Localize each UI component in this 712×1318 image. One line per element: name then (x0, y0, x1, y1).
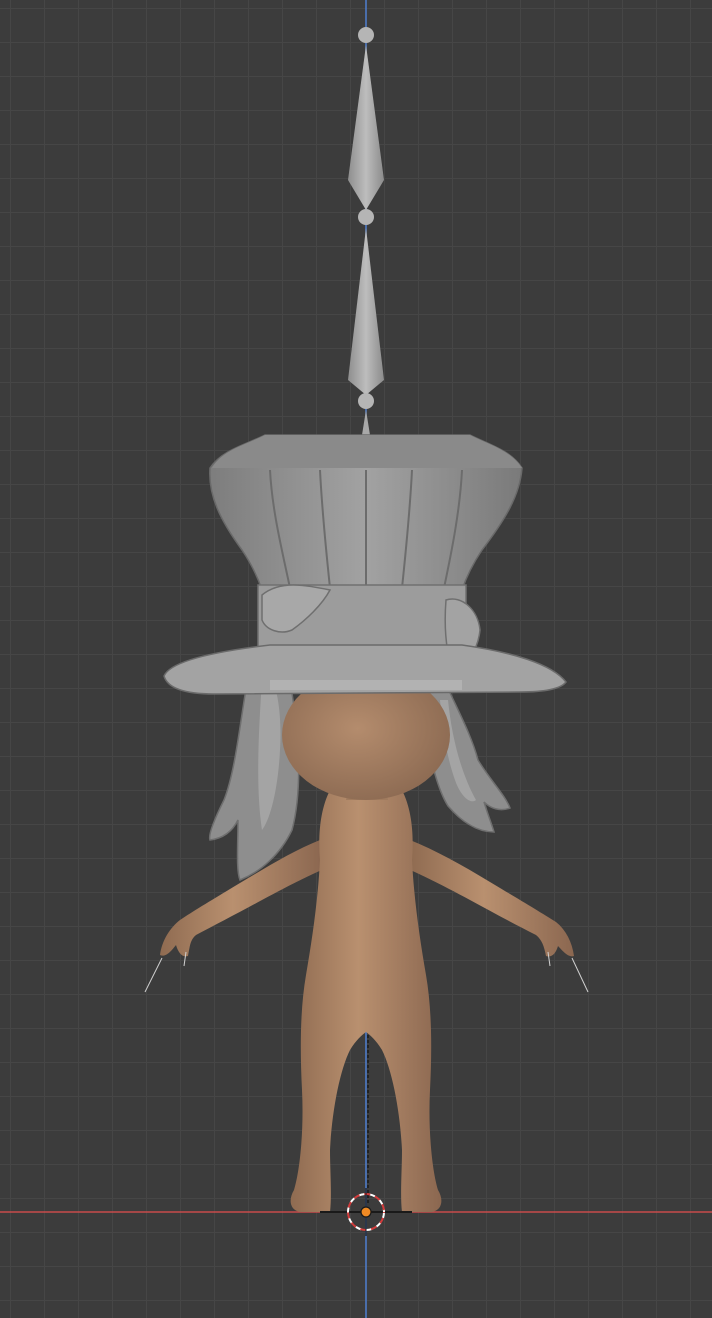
top-hat[interactable] (163, 434, 567, 695)
bone-joint-bottom[interactable] (358, 393, 374, 409)
hat-brim-underside (270, 680, 462, 690)
object-origin-dot[interactable] (360, 1206, 372, 1218)
right-claw (571, 957, 589, 993)
bone-lower[interactable] (348, 228, 384, 395)
3d-viewport[interactable] (0, 0, 712, 1318)
left-claw (144, 957, 163, 993)
hat-crown-top (212, 435, 522, 468)
viewport-canvas (0, 0, 712, 1318)
bone-upper[interactable] (348, 45, 384, 210)
bone-stub[interactable] (362, 410, 370, 435)
hair-left-strands[interactable] (208, 663, 300, 881)
right-arm[interactable] (410, 840, 574, 957)
bone-joint-top[interactable] (358, 27, 374, 43)
armature-bones[interactable] (348, 27, 384, 435)
bone-joint-middle[interactable] (358, 209, 374, 225)
